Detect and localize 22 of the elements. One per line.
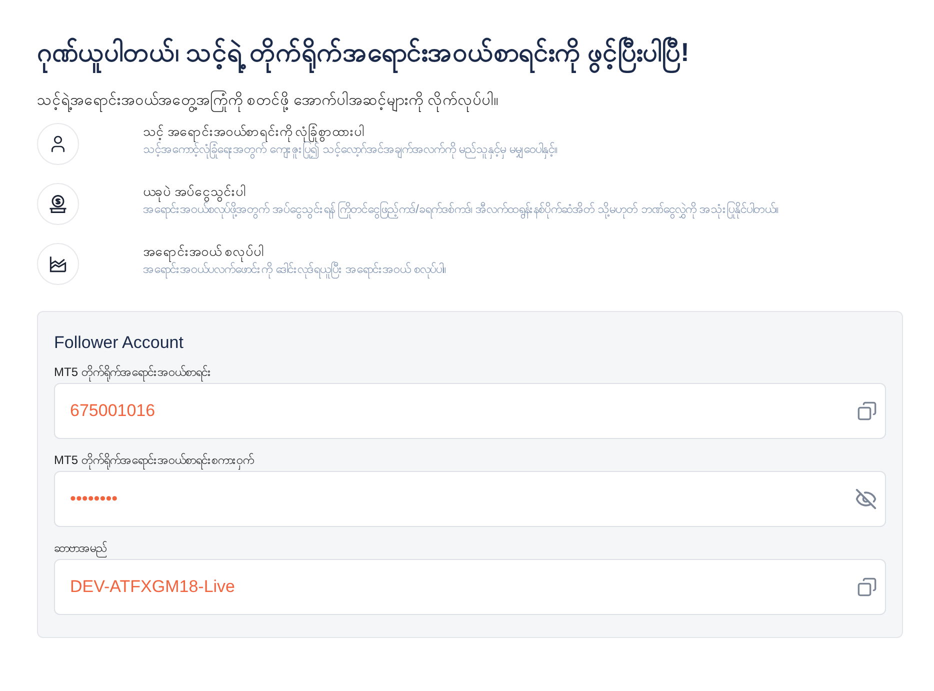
account-field[interactable]: •••••••• <box>54 471 886 527</box>
field-label: MT5 တိုက်ရိုက်အရောင်းအဝယ်စာရင်းစကားဝှက် <box>54 449 886 471</box>
field-label: MT5 တိုက်ရိုက်အရောင်းအဝယ်စာရင်း <box>54 361 886 383</box>
step-description: အရောင်းအဝယ်စလုပ်ဖို့အတွက် အပ်ငွေသွင်းရန် ကြိုတင်ငွေဖြည့်ကဒ်/ခရက်ဒစ်ကဒ်၊ အီလက်ထရွန်းနစ်ပိုက်ဆံအိတ် သို့မဟုတ် ဘဏ်ငွေလွှဲကို အသုံးပြုနိုင်ပါတယ်။ <box>143 200 778 218</box>
field-label: ဆာဗာအမည် <box>54 537 886 559</box>
step-title: ယခုပဲ အပ်ငွေသွင်းပါ <box>143 182 778 200</box>
field-value: 675001016 <box>70 400 156 422</box>
page-subtitle: သင့်ရဲ့အရောင်းအဝယ်အတွေ့အကြုံကို စတင်ဖို့ အောက်ပါအဆင့်များကို လိုက်လုပ်ပါ။ <box>37 90 903 112</box>
field-value: •••••••• <box>70 488 118 510</box>
account-field[interactable]: 675001016 <box>54 383 886 439</box>
step-title: အရောင်းအဝယ် စလုပ်ပါ <box>143 242 446 260</box>
step-title: သင့် အရောင်းအဝယ်စာရင်းကို လုံခြုံစွာထားပါ <box>143 122 558 140</box>
card-title: Follower Account <box>54 332 184 354</box>
copy-icon[interactable] <box>857 577 877 597</box>
coin-hand-icon <box>47 192 69 214</box>
copy-icon[interactable] <box>857 401 877 421</box>
page-title: ဂုဏ်ယူပါတယ်၊ သင့်ရဲ့ တိုက်ရိုက်အရောင်းအဝယ်စာရင်းကို ဖွင့်ပြီးပါပြီ! <box>37 28 903 76</box>
eye-off-icon[interactable] <box>855 488 877 510</box>
step-description: အရောင်းအဝယ်ပလက်ဖောင်းကို ဒေါင်းလုဒ်ရယူပြီး အရောင်းအဝယ် စလုပ်ပါ။ <box>143 260 446 278</box>
account-field[interactable]: DEV-ATFXGM18-Live <box>54 559 886 615</box>
step-description: သင့်အကောင့်လုံခြုံရေးအတွက် ကျေးဇူးပြု၍ သင့်လော့ဂ်အင်အချက်အလက်ကို မည်သူနှင့်မှ မမျှဝေပါနှင့်။ <box>143 140 558 158</box>
field-value: DEV-ATFXGM18-Live <box>70 576 236 598</box>
